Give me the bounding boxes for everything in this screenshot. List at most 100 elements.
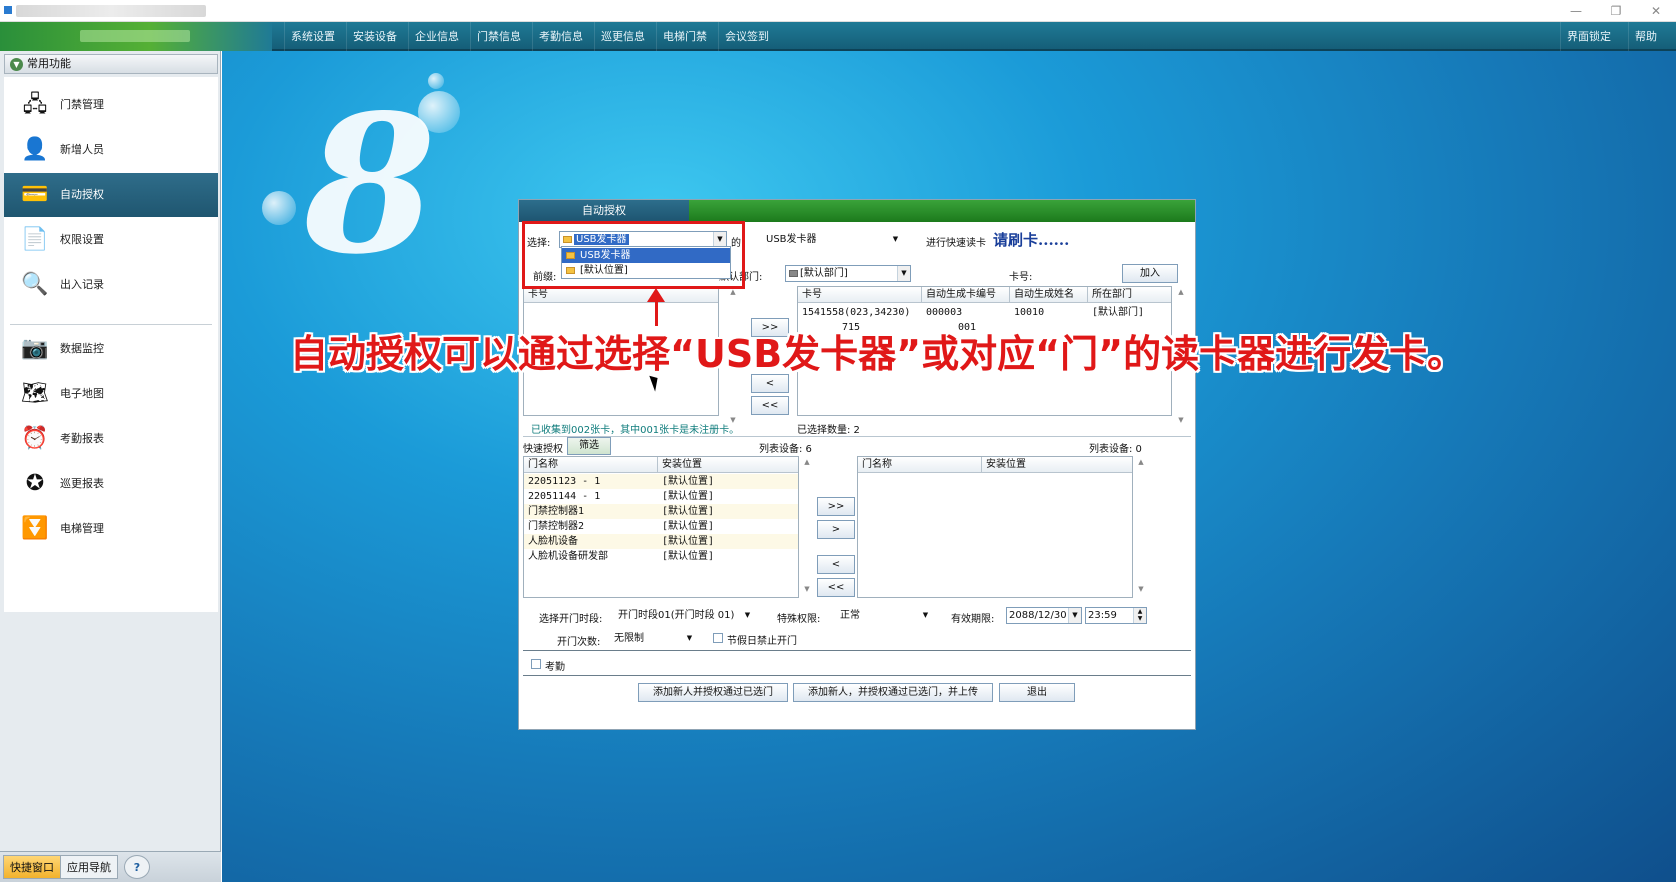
menu-lock-ui[interactable]: 界面锁定 (1560, 22, 1617, 51)
menu-access-info[interactable]: 门禁信息 (470, 22, 527, 51)
quick-read-label: 进行快速读卡 (926, 238, 986, 249)
restore-icon[interactable]: ❐ (1596, 0, 1636, 22)
remove-all-doors-button[interactable]: << (817, 578, 855, 597)
add-and-authorize-button[interactable]: 添加新人并授权通过已选门 (638, 683, 788, 702)
menu-company-info[interactable]: 企业信息 (408, 22, 465, 51)
add-all-doors-button[interactable]: >> (817, 497, 855, 516)
chevron-down-icon: ▼ (897, 266, 910, 281)
tab-app-nav[interactable]: 应用导航 (60, 855, 118, 879)
cell-door-name: 人脸机设备 (528, 536, 578, 547)
remove-door-button[interactable]: < (817, 555, 855, 574)
scroll-down-icon[interactable]: ▼ (801, 585, 813, 593)
scroll-up-icon[interactable]: ▲ (727, 288, 739, 296)
column-header-door-name[interactable]: 门名称 (524, 457, 658, 473)
column-header-door-name[interactable]: 门名称 (858, 457, 982, 473)
cell-location: [默认位置] (662, 506, 715, 517)
minimize-icon[interactable]: — (1556, 0, 1596, 22)
chevron-down-icon: ▼ (1068, 608, 1081, 623)
filter-button[interactable]: 筛选 (567, 437, 611, 455)
sidebar-item-attendance-report[interactable]: ⏰ 考勤报表 (4, 417, 218, 461)
attendance-checkbox[interactable] (531, 659, 541, 669)
exit-button[interactable]: 退出 (999, 683, 1075, 702)
close-icon[interactable]: ✕ (1636, 0, 1676, 22)
remove-all-cards-button[interactable]: << (751, 396, 789, 415)
cell-location: [默认位置] (662, 491, 715, 502)
scroll-down-icon[interactable]: ▼ (1175, 416, 1187, 424)
holiday-label: 节假日禁止开门 (727, 636, 797, 647)
column-header-card[interactable]: 卡号 (798, 287, 922, 303)
dept-icon (789, 270, 798, 277)
table-row[interactable]: 门禁控制器1 [默认位置] (524, 504, 798, 519)
annotation-caption: 自动授权可以通过选择“USB发卡器”或对应“门”的读卡器进行发卡。 (290, 332, 1466, 376)
special-select[interactable]: 正常 ▼ (837, 607, 933, 624)
cell-location: [默认位置] (662, 536, 715, 547)
sidebar-item-patrol-report[interactable]: ✪ 巡更报表 (4, 462, 218, 506)
table-row[interactable]: 1541558(023,34230) 000003 10010 [默认部门] (798, 305, 1171, 320)
table-row[interactable]: 人脸机设备 [默认位置] (524, 534, 798, 549)
column-header-auto-number[interactable]: 自动生成卡编号 (922, 287, 1010, 303)
open-count-select[interactable]: 无限制 ▼ (611, 630, 697, 647)
scroll-up-icon[interactable]: ▲ (1175, 288, 1187, 296)
period-label: 选择开门时段: (539, 614, 603, 625)
network-devices-icon: 🖧 (22, 92, 48, 117)
sidebar-item-elevator[interactable]: ⏬ 电梯管理 (4, 507, 218, 551)
chevron-down-icon: ▼ (744, 611, 751, 619)
sidebar-item-auto-auth[interactable]: 💳 自动授权 (4, 173, 218, 217)
column-header-auto-name[interactable]: 自动生成姓名 (1010, 287, 1088, 303)
menu-help[interactable]: 帮助 (1628, 22, 1663, 51)
special-label: 特殊权限: (777, 614, 821, 625)
dept-select[interactable]: [默认部门] ▼ (785, 265, 911, 282)
reader-select[interactable]: USB发卡器 ▼ (751, 231, 903, 248)
period-select[interactable]: 开门时段01(开门时段 01) ▼ (615, 607, 755, 624)
cell-auto-number: 000003 (926, 307, 963, 318)
help-icon[interactable]: ? (124, 855, 150, 879)
expiry-date-picker[interactable]: 2088/12/30 ▼ (1006, 607, 1082, 624)
selected-door-list[interactable]: 门名称 安装位置 (857, 456, 1133, 598)
column-header-dept[interactable]: 所在部门 (1088, 287, 1171, 303)
menu-meeting[interactable]: 会议签到 (718, 22, 775, 51)
add-door-button[interactable]: > (817, 520, 855, 539)
expiry-time-value: 23:59 (1088, 610, 1117, 621)
menu-install-device[interactable]: 安装设备 (346, 22, 403, 51)
scroll-down-icon[interactable]: ▼ (1135, 585, 1147, 593)
menu-elevator[interactable]: 电梯门禁 (656, 22, 713, 51)
cell-dept: [默认部门] (1092, 307, 1145, 318)
bubble-decoration (428, 73, 444, 89)
sidebar-item-map[interactable]: 🗺 电子地图 (4, 372, 218, 416)
tab-quick-window[interactable]: 快捷窗口 (3, 855, 61, 879)
expiry-label: 有效期限: (951, 614, 995, 625)
menu-attendance-info[interactable]: 考勤信息 (532, 22, 589, 51)
selected-count: 已选择数量: 2 (797, 425, 860, 436)
sidebar-item-access[interactable]: 🖧 门禁管理 (4, 83, 218, 127)
table-row[interactable]: 门禁控制器2 [默认位置] (524, 519, 798, 534)
tab-auto-auth[interactable]: 自动授权 (519, 200, 689, 222)
column-header-location[interactable]: 安装位置 (982, 457, 1132, 473)
available-door-list[interactable]: 门名称 安装位置 22051123 - 1 [默认位置] 22051144 - … (523, 456, 799, 598)
scroll-up-icon[interactable]: ▲ (1135, 458, 1147, 466)
title-bar: — ❐ ✕ (0, 0, 1676, 22)
magnifier-icon: 🔍 (21, 272, 49, 297)
add-authorize-upload-button[interactable]: 添加新人，并授权通过已选门，并上传 (793, 683, 993, 702)
spinner-icon: ▲ ▼ (1133, 608, 1146, 623)
sidebar-header-label: 常用功能 (27, 57, 71, 70)
table-row[interactable]: 22051123 - 1 [默认位置] (524, 474, 798, 489)
holiday-checkbox[interactable] (713, 633, 723, 643)
column-header-card[interactable]: 卡号 (524, 287, 718, 303)
clock-icon: ⏰ (21, 426, 49, 451)
table-row[interactable]: 人脸机设备研发部 [默认位置] (524, 549, 798, 564)
sidebar-item-records[interactable]: 🔍 出入记录 (4, 263, 218, 307)
bubble-decoration (418, 91, 460, 133)
table-row[interactable]: 22051144 - 1 [默认位置] (524, 489, 798, 504)
sidebar-item-permission[interactable]: 📄 权限设置 (4, 218, 218, 262)
sidebar-header[interactable]: ▼ 常用功能 (4, 54, 218, 74)
sidebar-item-label: 权限设置 (60, 233, 104, 246)
sidebar-item-new-person[interactable]: 👤 新增人员 (4, 128, 218, 172)
add-button[interactable]: 加入 (1122, 264, 1178, 283)
menu-patrol-info[interactable]: 巡更信息 (594, 22, 651, 51)
scroll-up-icon[interactable]: ▲ (801, 458, 813, 466)
divider (523, 436, 1191, 437)
column-header-location[interactable]: 安装位置 (658, 457, 798, 473)
menu-system-settings[interactable]: 系统设置 (284, 22, 341, 51)
expiry-time-spinner[interactable]: 23:59 ▲ ▼ (1085, 607, 1147, 624)
sidebar-item-monitor[interactable]: 📷 数据监控 (4, 327, 218, 371)
